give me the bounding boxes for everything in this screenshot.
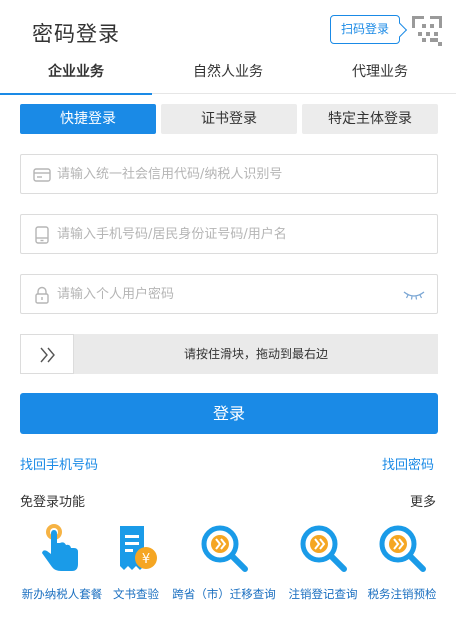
password-input[interactable] [57,275,417,313]
document-yen-icon: ¥ [120,526,157,570]
func-deregistration-precheck[interactable]: 税务注销预检 [364,522,440,612]
id-card-icon [33,168,51,182]
func-deregistration-query[interactable]: 注销登记查询 [284,522,362,612]
credit-code-field[interactable] [20,154,438,194]
password-field[interactable] [20,274,438,314]
account-input[interactable] [57,215,417,253]
phone-icon [35,226,49,244]
func-label: 注销登记查询 [288,587,358,601]
func-document-verify[interactable]: ¥ 文书查验 [104,522,168,612]
tab-certificate-login[interactable]: 证书登录 [161,104,297,134]
func-label: 文书查验 [113,587,159,601]
login-button[interactable]: 登录 [20,393,438,434]
double-chevron-right-icon [40,347,55,363]
lock-icon [35,286,49,304]
svg-text:¥: ¥ [142,552,150,567]
func-label: 跨省（市）迁移查询 [172,587,276,601]
tab-individual[interactable]: 自然人业务 [152,58,304,94]
func-new-taxpayer-package[interactable]: 新办纳税人套餐 [16,522,108,612]
recover-password-link[interactable]: 找回密码 [382,454,434,473]
account-field[interactable] [20,214,438,254]
business-tabs: 企业业务 自然人业务 代理业务 [0,58,456,95]
qr-code-icon[interactable] [408,12,448,52]
tab-agent[interactable]: 代理业务 [304,58,456,94]
credit-code-input[interactable] [57,155,417,193]
recover-phone-link[interactable]: 找回手机号码 [20,454,98,473]
tab-enterprise[interactable]: 企业业务 [0,58,152,95]
slide-verify: 请按住滑块，拖动到最右边 [20,334,438,374]
tab-special-entity-login[interactable]: 特定主体登录 [302,104,438,134]
login-header: 密码登录 扫码登录 [0,0,456,60]
page-title: 密码登录 [32,22,120,46]
more-link[interactable]: 更多 [410,491,436,510]
func-label: 新办纳税人套餐 [21,587,103,601]
search-forward-icon [379,525,426,572]
nologin-section-title: 免登录功能 [20,495,86,510]
eye-closed-icon[interactable] [403,288,425,302]
qr-login-button[interactable]: 扫码登录 [330,15,400,44]
login-method-tabs: 快捷登录 证书登录 特定主体登录 [20,104,438,134]
func-label: 税务注销预检 [367,587,437,601]
search-forward-icon [300,525,347,572]
func-cross-province-migration[interactable]: 跨省（市）迁移查询 [168,522,280,612]
search-forward-icon [201,525,248,572]
tab-quick-login[interactable]: 快捷登录 [20,104,156,134]
slider-handle[interactable] [20,334,74,374]
slider-hint: 请按住滑块，拖动到最右边 [183,347,328,361]
hand-tap-icon [42,524,78,571]
